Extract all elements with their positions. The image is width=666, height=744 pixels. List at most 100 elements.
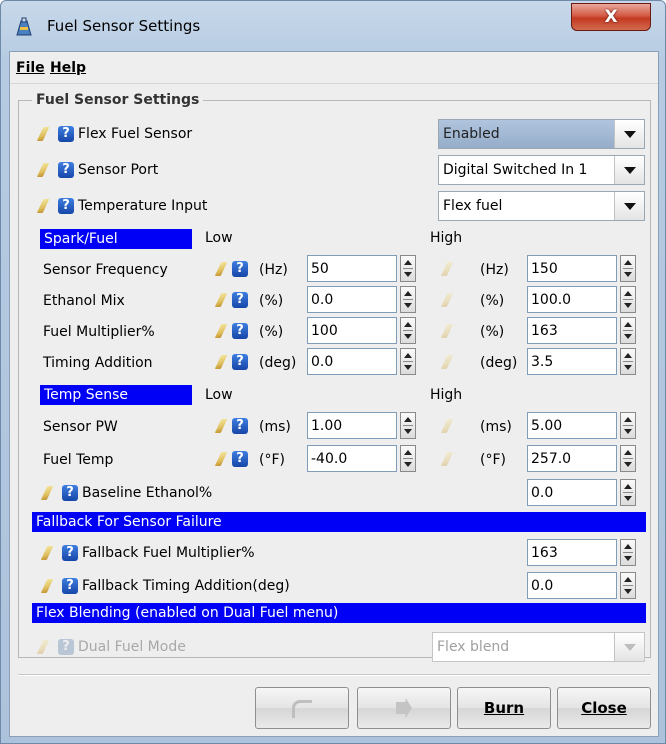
fallback-header: Fallback For Sensor Failure [32, 512, 646, 532]
help-icon[interactable]: ? [232, 292, 248, 308]
help-icon[interactable]: ? [58, 126, 74, 142]
burn-button[interactable]: Burn [457, 687, 551, 729]
temp-sense-header: Temp Sense [40, 385, 192, 405]
fallback-timing-addition-label: Fallback Timing Addition(deg) [82, 578, 290, 594]
spinner-icon[interactable] [400, 445, 416, 472]
temperature-input-select[interactable]: Flex fuel [438, 191, 645, 221]
high-value-input[interactable]: 150 [527, 255, 617, 282]
menu-bar: File Help [10, 52, 658, 84]
row-label: Sensor Frequency [43, 262, 168, 278]
spinner-icon[interactable] [400, 412, 416, 439]
row-label: Fuel Multiplier% [43, 324, 155, 340]
dropdown-arrow-icon [614, 633, 644, 661]
spark-fuel-header: Spark/Fuel [40, 229, 192, 249]
help-icon[interactable]: ? [232, 323, 248, 339]
help-icon[interactable]: ? [62, 545, 78, 561]
high-value-input[interactable]: 257.0 [527, 445, 617, 472]
baseline-ethanol-label: Baseline Ethanol% [82, 485, 213, 501]
high-value-input[interactable]: 163 [527, 317, 617, 344]
menu-file[interactable]: File [16, 60, 45, 76]
row-label: Timing Addition [43, 355, 153, 371]
low-value-input[interactable]: 0.0 [307, 286, 397, 313]
fallback-fuel-multiplier-input[interactable]: 163 [527, 539, 617, 566]
unit-label: (°F) [480, 452, 506, 468]
spark-fuel-low-label: Low [205, 230, 233, 246]
spinner-icon[interactable] [620, 445, 636, 472]
client-area: File Help Fuel Sensor Settings ? Flex Fu… [9, 51, 659, 737]
spinner-icon[interactable] [620, 479, 636, 506]
flex-fuel-sensor-label: Flex Fuel Sensor [78, 126, 193, 142]
spinner-icon[interactable] [620, 317, 636, 344]
unit-label: (%) [480, 293, 505, 309]
help-icon[interactable]: ? [62, 578, 78, 594]
temp-sense-low-label: Low [205, 387, 233, 403]
spark-fuel-high-label: High [430, 230, 463, 246]
redo-icon [396, 698, 412, 718]
unit-label: (ms) [259, 419, 291, 435]
row-label: Sensor PW [43, 419, 118, 435]
unit-label: (Hz) [259, 262, 288, 278]
help-icon[interactable]: ? [232, 261, 248, 277]
unit-label: (%) [259, 293, 284, 309]
low-value-input[interactable]: 1.00 [307, 412, 397, 439]
spinner-icon[interactable] [400, 348, 416, 375]
bottom-separator [18, 674, 651, 676]
group-title: Fuel Sensor Settings [32, 92, 204, 108]
unit-label: (%) [480, 324, 505, 340]
high-value-input[interactable]: 5.00 [527, 412, 617, 439]
close-button[interactable]: Close [557, 687, 651, 729]
unit-label: (°F) [259, 452, 285, 468]
dual-fuel-mode-select: Flex blend [432, 632, 645, 662]
dropdown-arrow-icon[interactable] [614, 156, 644, 184]
unit-label: (Hz) [480, 262, 509, 278]
help-icon[interactable]: ? [58, 198, 74, 214]
spinner-icon[interactable] [620, 572, 636, 599]
spinner-icon[interactable] [620, 412, 636, 439]
fallback-timing-addition-input[interactable]: 0.0 [527, 572, 617, 599]
sensor-port-select[interactable]: Digital Switched In 1 [438, 155, 645, 185]
unit-label: (%) [259, 324, 284, 340]
unit-label: (deg) [259, 355, 297, 371]
redo-button[interactable] [357, 687, 451, 729]
fallback-fuel-multiplier-label: Fallback Fuel Multiplier% [82, 545, 255, 561]
help-icon[interactable]: ? [232, 451, 248, 467]
dropdown-arrow-icon[interactable] [614, 120, 644, 148]
high-value-input[interactable]: 100.0 [527, 286, 617, 313]
help-icon: ? [58, 639, 74, 655]
close-x-icon: X [604, 7, 618, 27]
undo-icon [292, 700, 312, 718]
window-close-button[interactable]: X [571, 3, 651, 31]
spinner-icon[interactable] [620, 255, 636, 282]
dropdown-arrow-icon[interactable] [614, 192, 644, 220]
spinner-icon[interactable] [400, 286, 416, 313]
help-icon[interactable]: ? [232, 354, 248, 370]
undo-button[interactable] [255, 687, 349, 729]
unit-label: (deg) [480, 355, 518, 371]
window: Fuel Sensor Settings X File Help Fuel Se… [0, 0, 666, 744]
help-icon[interactable]: ? [62, 485, 78, 501]
help-icon[interactable]: ? [232, 418, 248, 434]
low-value-input[interactable]: 50 [307, 255, 397, 282]
flex-fuel-sensor-select[interactable]: Enabled [438, 119, 645, 149]
row-label: Fuel Temp [43, 452, 114, 468]
row-label: Ethanol Mix [43, 293, 125, 309]
spinner-icon[interactable] [400, 317, 416, 344]
spinner-icon[interactable] [620, 539, 636, 566]
flex-blending-header: Flex Blending (enabled on Dual Fuel menu… [32, 603, 646, 623]
low-value-input[interactable]: -40.0 [307, 445, 397, 472]
window-title: Fuel Sensor Settings [47, 17, 201, 35]
unit-label: (ms) [480, 419, 512, 435]
low-value-input[interactable]: 100 [307, 317, 397, 344]
title-bar[interactable]: Fuel Sensor Settings X [1, 1, 665, 51]
help-icon[interactable]: ? [58, 162, 74, 178]
dual-fuel-mode-label: Dual Fuel Mode [78, 639, 186, 655]
spinner-icon[interactable] [400, 255, 416, 282]
high-value-input[interactable]: 3.5 [527, 348, 617, 375]
spinner-icon[interactable] [620, 348, 636, 375]
app-icon [16, 17, 32, 36]
menu-help[interactable]: Help [50, 60, 86, 76]
spinner-icon[interactable] [620, 286, 636, 313]
baseline-ethanol-input[interactable]: 0.0 [527, 479, 617, 506]
temperature-input-label: Temperature Input [78, 198, 208, 214]
low-value-input[interactable]: 0.0 [307, 348, 397, 375]
